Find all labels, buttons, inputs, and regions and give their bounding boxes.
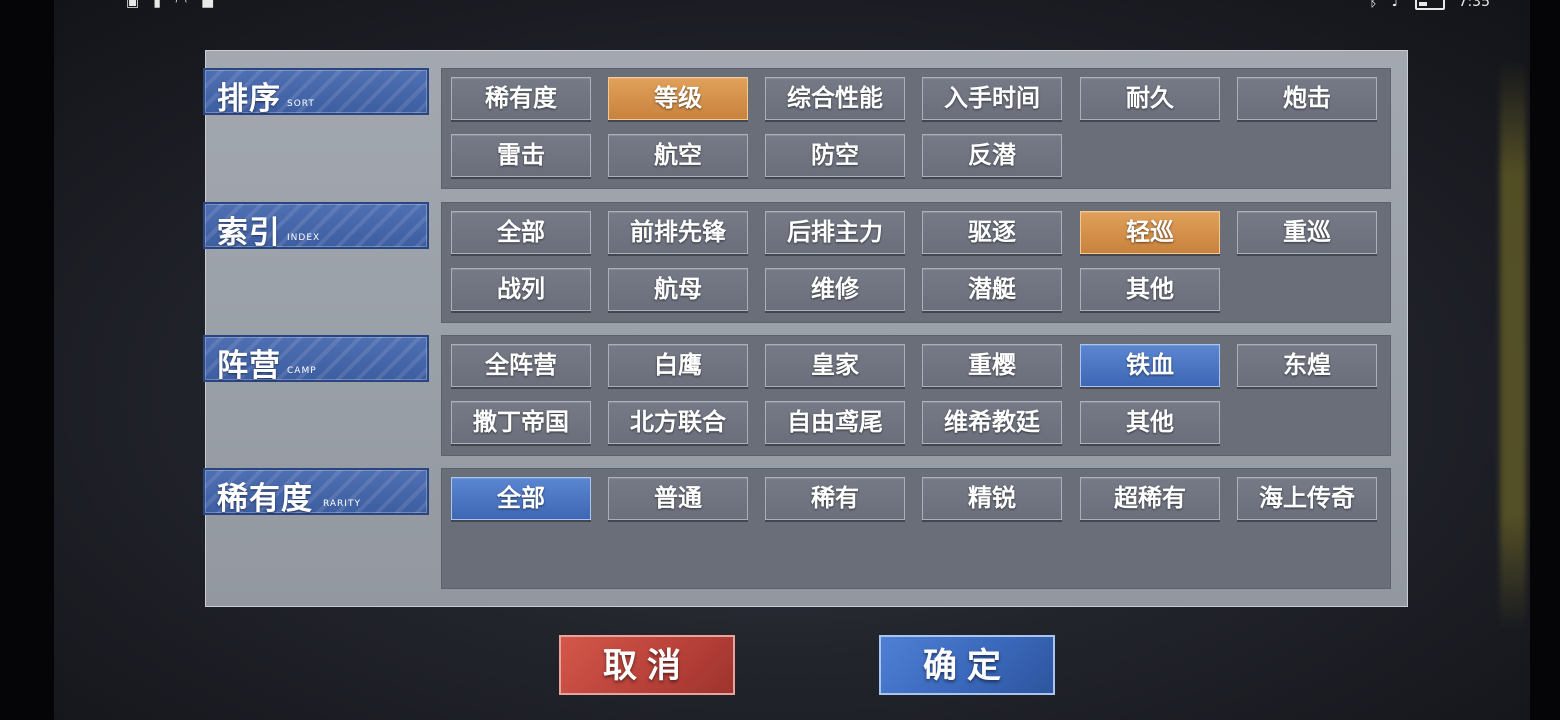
confirm-button[interactable]: 确定 xyxy=(879,635,1055,695)
rarity-option-rare[interactable]: 稀有 xyxy=(765,477,905,520)
index-title: 索引 xyxy=(217,215,281,251)
index-option-heavy-cruiser[interactable]: 重巡 xyxy=(1237,211,1377,254)
sort-option-overall[interactable]: 综合性能 xyxy=(765,77,905,120)
sort-option-rarity[interactable]: 稀有度 xyxy=(451,77,591,120)
rarity-option-common[interactable]: 普通 xyxy=(608,477,748,520)
index-option-carrier[interactable]: 航母 xyxy=(608,268,748,311)
sort-options-box: 稀有度 等级 综合性能 入手时间 耐久 炮击 雷击 航空 防空 反潜 xyxy=(441,68,1391,189)
camp-options-box: 全阵营 白鹰 皇家 重樱 铁血 东煌 撒丁帝国 北方联合 自由鸢尾 维希教廷 其… xyxy=(441,335,1391,456)
rarity-option-ultra-rare[interactable]: 海上传奇 xyxy=(1237,477,1377,520)
sort-option-durability[interactable]: 耐久 xyxy=(1080,77,1220,120)
sort-title: 排序 xyxy=(217,81,281,117)
bluetooth-icon: ᛒ xyxy=(1369,0,1378,10)
rarity-option-super-rare[interactable]: 超稀有 xyxy=(1080,477,1220,520)
camp-title: 阵营 xyxy=(217,348,281,384)
camp-option-all[interactable]: 全阵营 xyxy=(451,344,591,387)
rarity-options-box: 全部 普通 稀有 精锐 超稀有 海上传奇 xyxy=(441,468,1391,589)
index-option-light-cruiser[interactable]: 轻巡 xyxy=(1080,211,1220,254)
sort-option-level[interactable]: 等级 xyxy=(608,77,748,120)
rarity-option-all[interactable]: 全部 xyxy=(451,477,591,520)
index-option-other[interactable]: 其他 xyxy=(1080,268,1220,311)
index-options-box: 全部 前排先锋 后排主力 驱逐 轻巡 重巡 战列 航母 维修 潜艇 其他 xyxy=(441,202,1391,323)
camp-option-sardegna[interactable]: 撒丁帝国 xyxy=(451,401,591,444)
battery-icon xyxy=(1414,0,1445,10)
sort-option-acquired-time[interactable]: 入手时间 xyxy=(922,77,1062,120)
index-option-destroyer[interactable]: 驱逐 xyxy=(922,211,1062,254)
rarity-title: 稀有度 xyxy=(217,481,313,517)
background-glow xyxy=(1500,60,1526,630)
clock: 7:35 xyxy=(1458,0,1490,10)
rarity-subtitle: RARITY xyxy=(323,499,361,509)
camp-option-eagle-union[interactable]: 白鹰 xyxy=(608,344,748,387)
rarity-header: 稀有度 RARITY xyxy=(203,468,429,517)
camp-option-northern-parliament[interactable]: 北方联合 xyxy=(608,401,748,444)
camp-option-other[interactable]: 其他 xyxy=(1080,401,1220,444)
sort-option-aviation[interactable]: 航空 xyxy=(608,134,748,177)
screen: ▣ ▮ ◠ ■ ᛒ ♪ 7:35 排序 SORT 稀有度 等级 综合性能 入手时… xyxy=(0,0,1560,720)
left-bezel xyxy=(0,0,54,720)
camp-option-iron-blood[interactable]: 铁血 xyxy=(1080,344,1220,387)
camp-option-royal-navy[interactable]: 皇家 xyxy=(765,344,905,387)
wifi-icon: ◠ xyxy=(174,0,188,10)
filter-panel: 排序 SORT 稀有度 等级 综合性能 入手时间 耐久 炮击 雷击 航空 防空 … xyxy=(203,50,1408,607)
camp-subtitle: CAMP xyxy=(287,366,317,376)
notification-icon: ■ xyxy=(201,0,215,10)
camp-option-dragon-empery[interactable]: 东煌 xyxy=(1237,344,1377,387)
sort-header: 排序 SORT xyxy=(203,68,429,117)
camp-option-sakura-empire[interactable]: 重樱 xyxy=(922,344,1062,387)
index-option-battleship[interactable]: 战列 xyxy=(451,268,591,311)
status-bar: ▣ ▮ ◠ ■ ᛒ ♪ 7:35 xyxy=(0,0,1560,14)
sort-option-anti-sub[interactable]: 反潜 xyxy=(922,134,1062,177)
index-option-submarine[interactable]: 潜艇 xyxy=(922,268,1062,311)
right-bezel xyxy=(1530,0,1560,720)
index-option-all[interactable]: 全部 xyxy=(451,211,591,254)
index-subtitle: INDEX xyxy=(287,233,321,243)
sort-option-firepower[interactable]: 炮击 xyxy=(1237,77,1377,120)
sort-option-anti-air[interactable]: 防空 xyxy=(765,134,905,177)
camp-header: 阵营 CAMP xyxy=(203,335,429,384)
hd-icon: ▣ xyxy=(126,0,140,10)
index-option-main[interactable]: 后排主力 xyxy=(765,211,905,254)
sort-subtitle: SORT xyxy=(287,99,315,109)
sort-option-torpedo[interactable]: 雷击 xyxy=(451,134,591,177)
rarity-option-elite[interactable]: 精锐 xyxy=(922,477,1062,520)
mute-icon: ♪ xyxy=(1391,0,1401,10)
camp-option-iris-libre[interactable]: 自由鸢尾 xyxy=(765,401,905,444)
index-option-repair[interactable]: 维修 xyxy=(765,268,905,311)
index-option-vanguard[interactable]: 前排先锋 xyxy=(608,211,748,254)
camp-option-vichya[interactable]: 维希教廷 xyxy=(922,401,1062,444)
cancel-button[interactable]: 取消 xyxy=(559,635,735,695)
index-header: 索引 INDEX xyxy=(203,202,429,251)
signal-icon: ▮ xyxy=(153,0,161,10)
